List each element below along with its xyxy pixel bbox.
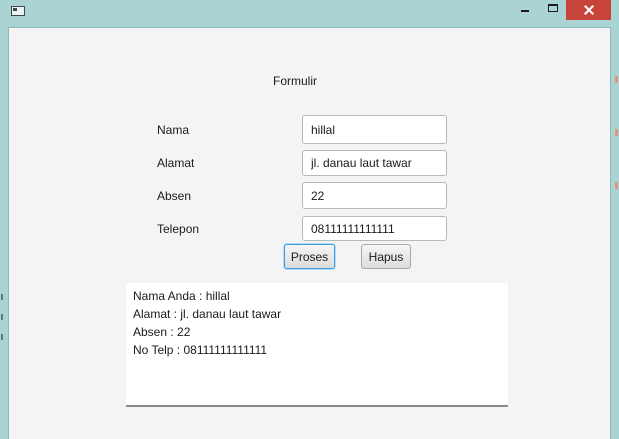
output-line-telp: No Telp : 08111111111111 [133,343,268,357]
output-line-nama: Nama Anda : hillal [133,289,230,303]
minimize-icon[interactable] [512,0,538,20]
maximize-icon[interactable] [540,0,566,20]
label-alamat: Alamat [157,156,195,170]
label-absen: Absen [157,189,192,203]
app-window-icon [11,6,25,16]
form-title: Formulir [273,74,317,88]
output-line-absen: Absen : 22 [133,325,191,339]
label-telepon: Telepon [157,222,200,236]
nama-input[interactable] [302,115,447,144]
background-window-edge-right [614,30,619,240]
proses-button[interactable]: Proses [284,244,335,269]
background-window-edge-left [0,280,4,400]
output-text-area[interactable]: Nama Anda : hillal Alamat : jl. danau la… [126,283,508,407]
telepon-input[interactable] [302,216,447,241]
close-icon[interactable] [566,0,611,20]
alamat-input[interactable] [302,150,447,176]
output-line-alamat: Alamat : jl. danau laut tawar [133,307,282,321]
absen-input[interactable] [302,182,447,209]
label-nama: Nama [157,123,190,137]
hapus-button[interactable]: Hapus [361,244,411,269]
window-title-bar[interactable] [0,0,619,24]
